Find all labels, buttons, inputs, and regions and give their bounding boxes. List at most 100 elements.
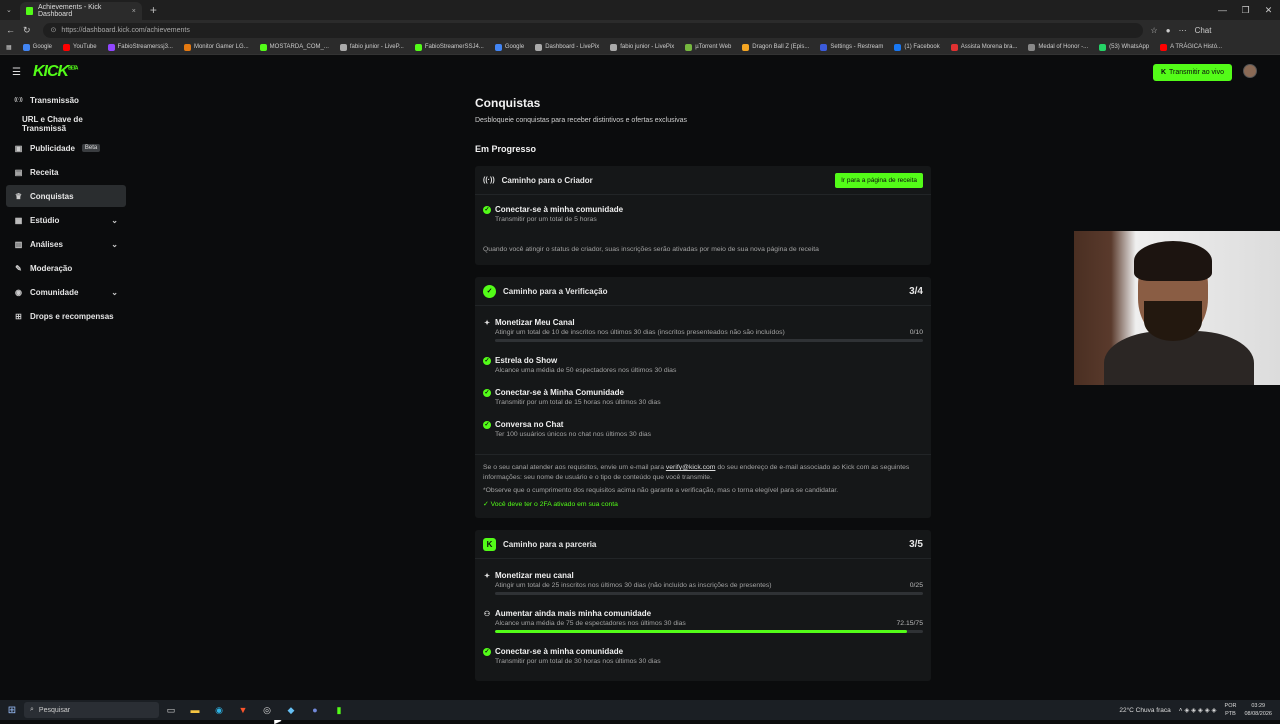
achievement-desc: Alcance uma média de 50 espectadores nos…	[495, 367, 677, 374]
bookmark-item[interactable]: fabio junior - LiveP...	[339, 43, 404, 51]
achievement-desc: Transmitir por um total de 5 horas	[495, 216, 597, 223]
clock[interactable]: 03:29 08/08/2026	[1244, 702, 1272, 718]
brave-icon[interactable]: ▼	[231, 705, 255, 715]
sidebar-item-label: Publicidade	[30, 143, 75, 153]
sidebar-item-analises[interactable]: ▥ Análises ⌄	[6, 233, 126, 255]
sidebar: ((·)) Transmissão URL e Chave de Transmiss…	[6, 89, 126, 329]
minimize-button[interactable]: —	[1211, 0, 1234, 20]
star-icon[interactable]: ☆	[1151, 26, 1158, 35]
verify-email-link[interactable]: verify@kick.com	[666, 464, 716, 471]
bookmark-favicon-icon	[494, 43, 502, 51]
task-view-icon[interactable]: ▭	[159, 705, 183, 716]
bookmark-favicon-icon	[1160, 43, 1168, 51]
bookmark-favicon-icon	[685, 43, 693, 51]
bookmark-favicon-icon	[63, 43, 71, 51]
avatar[interactable]	[1243, 64, 1257, 78]
language-indicator[interactable]: POR PTB	[1225, 702, 1237, 718]
verified-badge-icon: ✓	[483, 284, 496, 298]
windows-start-icon[interactable]: ⊞	[0, 705, 24, 716]
kick-icon: K	[1160, 69, 1167, 76]
file-explorer-icon[interactable]: ▬	[183, 705, 207, 715]
bookmark-item[interactable]: (1) Facebook	[894, 43, 940, 51]
tray-icons[interactable]: ˄ ◈ ◈ ◈ ◈ ◈	[1179, 706, 1217, 714]
verification-path-card: ✓ Caminho para a Verificação 3/4 ✦ Moneti…	[475, 277, 931, 518]
broadcast-icon: ((·))	[14, 97, 23, 103]
bookmark-item[interactable]: (53) WhatsApp	[1099, 43, 1149, 51]
bookmark-item[interactable]: FabioStreamerssj3...	[107, 43, 173, 51]
edge-icon[interactable]: ◉	[207, 705, 231, 716]
achievement-title: Conectar-se à Minha Comunidade	[495, 388, 624, 397]
sidebar-item-estudio[interactable]: ▦ Estúdio ⌄	[6, 209, 126, 231]
bookmark-item[interactable]: A TRÁGICA Histó...	[1160, 43, 1222, 51]
page-subtitle: Desbloqueie conquistas para receber dist…	[475, 117, 688, 124]
taskbar: ⊞ ⌕ Pesquisar ▭ ▬ ◉ ▼ ◎ ◆ ● ▮ 22°C Chuva …	[0, 700, 1280, 720]
tab-close-icon[interactable]: ×	[132, 8, 136, 15]
bookmark-item[interactable]: fabio junior - LivePix	[610, 43, 674, 51]
logo-beta: BETA	[68, 65, 78, 72]
sidebar-item-url[interactable]: URL e Chave de Transmissã	[6, 113, 126, 135]
kick-logo[interactable]: KICKBETA	[33, 63, 78, 81]
sidebar-item-receita[interactable]: ▤ Receita	[6, 161, 126, 183]
maximize-button[interactable]: ❐	[1234, 0, 1257, 20]
go-live-button[interactable]: K Transmitir ao vivo	[1153, 64, 1232, 81]
card-note: Quando você atingir o status de criador,…	[483, 246, 819, 253]
discord-icon[interactable]: ●	[303, 705, 327, 715]
bookmark-item[interactable]: Dragon Ball Z (Epis...	[742, 43, 809, 51]
revenue-page-button[interactable]: Ir para a página de receita	[835, 172, 923, 188]
check-icon: ✓	[483, 420, 491, 429]
achievement-item: ✦ Monetizar meu canal Atingir um total de …	[475, 567, 931, 599]
sidebar-item-conquistas[interactable]: ♛ Conquistas	[6, 185, 126, 207]
bookmark-item[interactable]: Assista Morena bra...	[950, 43, 1017, 51]
bookmark-item[interactable]: Medal of Honor -...	[1028, 43, 1088, 51]
sidebar-item-drops[interactable]: ⊞ Drops e recompensas	[6, 305, 126, 327]
bookmark-item[interactable]: FabioStreamerSSJ4...	[414, 43, 484, 51]
bookmark-label: YouTube	[73, 44, 97, 50]
weather-text[interactable]: 22°C Chuva fraca	[1119, 707, 1170, 714]
chat-button[interactable]: Chat	[1195, 26, 1212, 35]
url-text: https://dashboard.kick.com/achievements	[61, 26, 190, 34]
bookmark-item[interactable]: Monitor Gamer LG...	[183, 43, 249, 51]
bookmark-item[interactable]: Google	[494, 43, 524, 51]
bookmark-item[interactable]: Dashboard - LivePix	[535, 43, 599, 51]
bookmark-label: (1) Facebook	[904, 44, 940, 50]
refresh-icon[interactable]: ↻	[23, 25, 31, 36]
app-icon[interactable]: ▮	[327, 705, 351, 716]
sidebar-item-moderacao[interactable]: ✎ Moderação	[6, 257, 126, 279]
new-tab-button[interactable]: +	[150, 3, 157, 17]
card-header: ✓ Caminho para a Verificação 3/4	[475, 277, 931, 305]
drops-icon: ⊞	[15, 311, 22, 321]
close-window-button[interactable]: ✕	[1257, 0, 1280, 20]
sidebar-item-comunidade[interactable]: ◉ Comunidade ⌄	[6, 281, 126, 303]
bookmark-item[interactable]: Settings - Restream	[820, 43, 883, 51]
sidebar-item-publicidade[interactable]: ▣ Publicidade Beta	[6, 137, 126, 159]
webcam-person-hair	[1134, 241, 1212, 281]
profile-icon[interactable]: ●	[1166, 26, 1171, 35]
bookmark-favicon-icon	[339, 43, 347, 51]
bookmark-item[interactable]: Google	[22, 43, 52, 51]
browser-tab[interactable]: Achievements - Kick Dashboard ×	[19, 2, 142, 20]
chevron-down-icon[interactable]: ⌄	[111, 240, 118, 249]
back-icon[interactable]: ←	[6, 25, 15, 35]
chevron-down-icon[interactable]: ⌄	[111, 288, 118, 297]
obs-icon[interactable]: ◎	[255, 705, 279, 716]
bookmark-item[interactable]: YouTube	[63, 43, 97, 51]
address-bar[interactable]: ⊙ https://dashboard.kick.com/achievement…	[42, 22, 1143, 38]
chevron-down-icon[interactable]: ⌄	[111, 216, 118, 225]
sidebar-item-label: Estúdio	[30, 215, 60, 225]
steam-icon[interactable]: ◆	[279, 705, 303, 716]
bookmark-item[interactable]: µTorrent Web	[685, 43, 731, 51]
sparkle-icon: ✦	[484, 319, 490, 327]
taskbar-search[interactable]: ⌕ Pesquisar	[24, 702, 159, 718]
people-icon: ⚇	[483, 610, 491, 618]
more-icon[interactable]: ⋯	[1179, 26, 1187, 35]
bookmark-item[interactable]: MOSTARDA_COM_...	[259, 43, 329, 51]
trophy-icon: ♛	[14, 191, 23, 201]
site-info-icon[interactable]: ⊙	[51, 26, 57, 34]
apps-icon[interactable]: ▦	[6, 44, 12, 51]
bookmark-label: FabioStreamerSSJ4...	[424, 44, 484, 50]
menu-icon[interactable]: ☰	[12, 67, 21, 78]
tab-list-icon[interactable]: ⌄	[6, 6, 12, 14]
sidebar-item-transmissao[interactable]: ((·)) Transmissão	[6, 89, 126, 111]
2fa-requirement: ✓ Você deve ter o 2FA ativado em sua con…	[483, 500, 923, 510]
progress-text: 0/25	[909, 582, 923, 589]
